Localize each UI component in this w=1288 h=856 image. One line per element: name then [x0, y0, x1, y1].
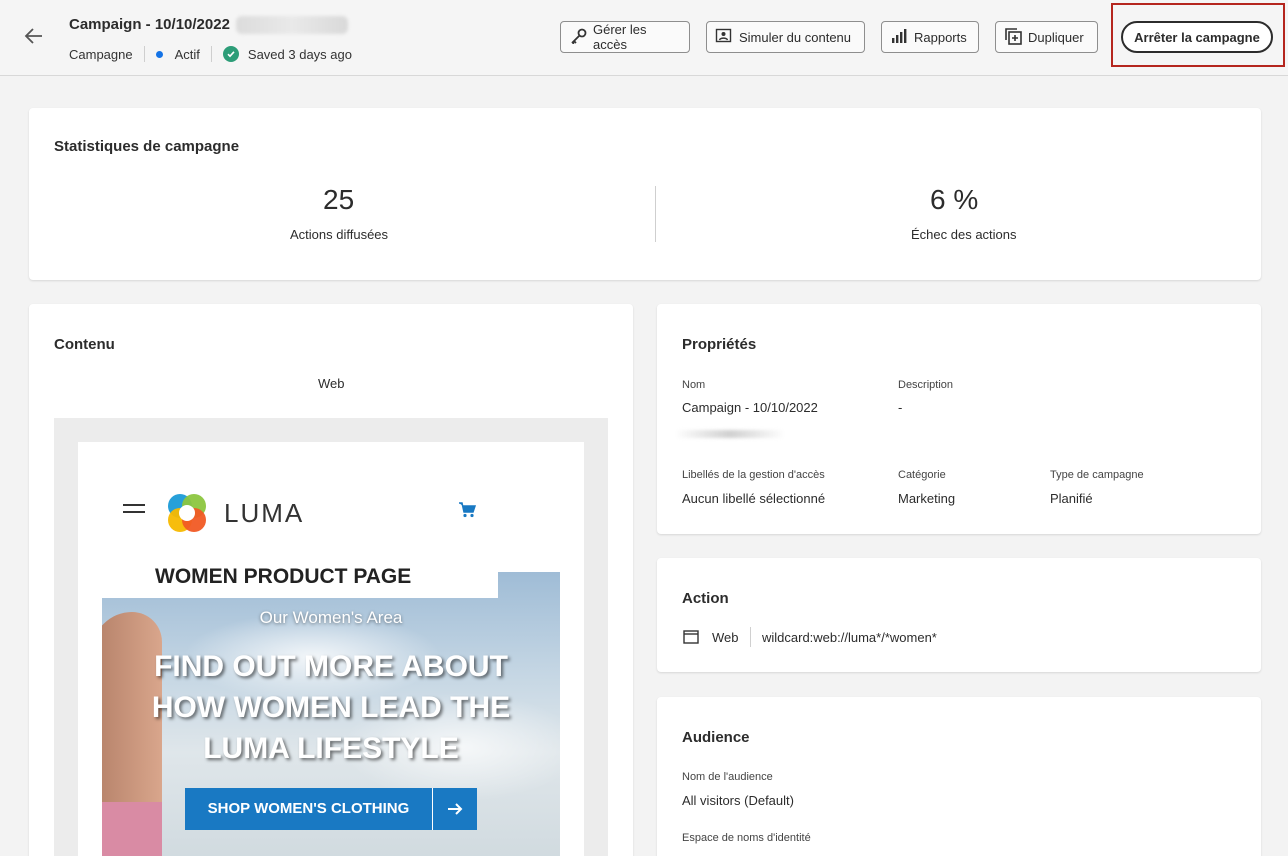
saved-label: Saved 3 days ago	[247, 46, 352, 62]
campaign-header: Campaign - 10/10/2022 Campagne Actif Sav…	[0, 0, 1288, 76]
category-label: Catégorie	[898, 469, 946, 481]
campaign-type-label: Type de campagne	[1050, 469, 1144, 481]
campaign-type-label: Campagne	[69, 46, 133, 62]
preview-page: LUMA Our Women's Area FIND OUT MORE ABOU…	[78, 442, 584, 856]
check-icon	[222, 46, 239, 62]
manage-access-label: Gérer les accès	[593, 22, 647, 52]
simulate-content-label: Simuler du contenu	[739, 29, 852, 45]
hero-title: FIND OUT MORE ABOUT HOW WOMEN LEAD THE L…	[151, 650, 511, 765]
content-title: Contenu	[54, 336, 115, 353]
audience-title: Audience	[682, 729, 750, 746]
web-channel-icon	[683, 630, 699, 649]
status-dot	[155, 50, 163, 58]
simulate-content-button[interactable]: Simuler du contenu	[706, 21, 865, 53]
audience-card: Audience Nom de l'audience All visitors …	[657, 697, 1261, 856]
manage-access-button[interactable]: Gérer les accès	[560, 21, 690, 53]
audience-name-value: All visitors (Default)	[682, 793, 794, 808]
arrow-right-icon	[433, 802, 477, 816]
delivered-actions-value: 25	[323, 184, 355, 215]
hero-subtitle: Our Women's Area	[259, 608, 403, 627]
page-title: Campaign - 10/10/2022	[69, 16, 230, 33]
status-label: Actif	[174, 46, 200, 62]
duplicate-label: Dupliquer	[1028, 29, 1084, 45]
cta-label: SHOP WOMEN'S CLOTHING	[185, 788, 433, 830]
stop-campaign-button[interactable]: Arrêter la campagne	[1121, 21, 1273, 53]
luma-logo-icon	[164, 490, 210, 536]
duplicate-button[interactable]: Dupliquer	[995, 21, 1098, 53]
hero-banner: Our Women's Area FIND OUT MORE ABOUT HOW…	[102, 572, 560, 856]
identity-namespace-label: Espace de noms d'identité	[682, 832, 811, 844]
cart-icon	[458, 502, 477, 523]
name-value: Campaign - 10/10/2022	[682, 400, 818, 415]
name-label: Nom	[682, 379, 706, 391]
redacted-text	[236, 16, 348, 34]
divider	[143, 46, 145, 62]
preview-page-title: WOMEN PRODUCT PAGE	[155, 565, 412, 588]
action-channel: Web	[712, 630, 739, 645]
content-preview[interactable]: LUMA Our Women's Area FIND OUT MORE ABOU…	[54, 418, 608, 856]
content-card: Contenu Web LUMA Our Women's Area FIND O…	[29, 304, 633, 856]
divider	[655, 186, 656, 242]
delivered-actions-label: Actions diffusées	[290, 227, 389, 242]
action-title: Action	[682, 590, 729, 607]
action-card: Action Web wildcard:web://luma*/*women*	[657, 558, 1261, 672]
description-value: -	[898, 400, 903, 415]
simulate-icon	[715, 28, 739, 47]
failed-actions-label: Échec des actions	[911, 227, 1017, 242]
audience-name-label: Nom de l'audience	[682, 771, 773, 783]
reports-button[interactable]: Rapports	[881, 21, 979, 53]
key-icon	[569, 28, 593, 47]
action-surface: wildcard:web://luma*/*women*	[762, 630, 937, 645]
stats-card: Statistiques de campagne 25 Actions diff…	[29, 108, 1261, 280]
stats-title: Statistiques de campagne	[54, 138, 240, 155]
channel-label: Web	[318, 376, 345, 391]
properties-title: Propriétés	[682, 336, 757, 353]
failed-actions-value: 6 %	[930, 184, 979, 215]
campaign-meta: Campagne Actif Saved 3 days ago	[69, 45, 352, 63]
duplicate-icon	[1004, 27, 1028, 48]
category-value: Marketing	[898, 491, 956, 506]
properties-card: Propriétés Nom Campaign - 10/10/2022 Des…	[657, 304, 1261, 534]
back-arrow-icon[interactable]	[22, 24, 48, 48]
access-labels-value: Aucun libellé sélectionné	[682, 491, 826, 506]
chart-icon	[890, 28, 914, 47]
shop-womens-clothing-button: SHOP WOMEN'S CLOTHING	[185, 788, 477, 830]
description-label: Description	[898, 379, 954, 391]
reports-label: Rapports	[914, 29, 967, 45]
access-labels-label: Libellés de la gestion d'accès	[682, 469, 825, 481]
hamburger-icon	[123, 504, 145, 518]
campaign-type-value: Planifié	[1050, 491, 1093, 506]
redacted-text	[675, 430, 785, 438]
divider	[750, 627, 751, 647]
divider	[210, 46, 212, 62]
brand-name: LUMA	[224, 498, 305, 528]
